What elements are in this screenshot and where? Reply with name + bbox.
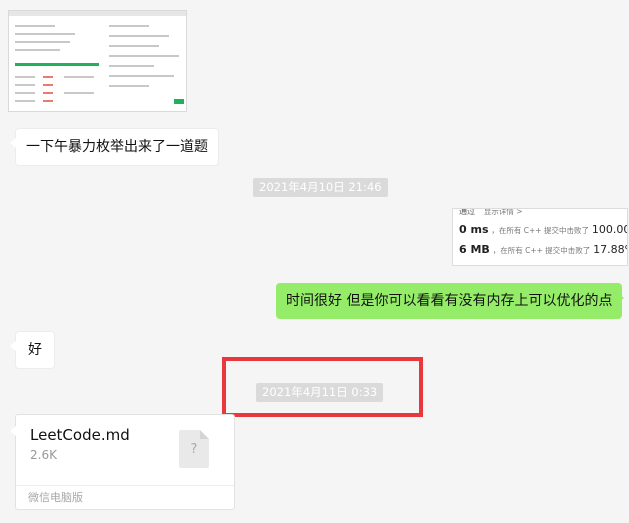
screenshot-thumbnail[interactable] — [8, 10, 187, 112]
highlight-box — [222, 357, 423, 417]
thumbnail-line — [15, 84, 35, 86]
bubble-tail — [10, 341, 16, 351]
memory-row: 6 MB ，在所有 C++ 提交中击败了 17.88% 的用 — [459, 243, 627, 256]
thumbnail-line — [15, 100, 35, 102]
message-text: 好 — [28, 342, 42, 358]
file-name: LeetCode.md — [30, 426, 130, 444]
file-source: 微信电脑版 — [28, 491, 83, 504]
thumbnail-line — [43, 100, 53, 102]
thumbnail-line — [109, 55, 179, 57]
result-screenshot[interactable]: 通过 显示详情 > 0 ms ，在所有 C++ 提交中击败了 100.00% 的… — [452, 208, 628, 266]
thumbnail-submit — [174, 99, 184, 104]
thumbnail-line — [109, 75, 174, 77]
thumbnail-line — [109, 45, 159, 47]
thumbnail-line — [109, 35, 169, 37]
file-message[interactable]: LeetCode.md 2.6K ? 微信电脑版 — [15, 414, 235, 510]
bubble-tail — [10, 426, 16, 436]
thumbnail-line — [15, 41, 70, 43]
chat-bubble-self[interactable]: 时间很好 但是你可以看看有没有内存上可以优化的点 — [276, 283, 623, 319]
thumbnail-line — [15, 76, 35, 78]
file-size: 2.6K — [30, 448, 57, 462]
chat-bubble-other[interactable]: 好 — [15, 331, 55, 369]
bubble-tail — [10, 138, 16, 148]
thumbnail-titlebar — [9, 11, 186, 16]
runtime-row: 0 ms ，在所有 C++ 提交中击败了 100.00% 的 — [459, 223, 627, 236]
result-header: 通过 显示详情 > — [459, 208, 523, 216]
thumbnail-line — [43, 92, 53, 94]
thumbnail-line — [43, 76, 53, 78]
thumbnail-line — [15, 25, 55, 27]
message-text: 一下午暴力枚举出来了一道题 — [26, 139, 208, 155]
thumbnail-line — [109, 65, 154, 67]
thumbnail-progress — [15, 63, 99, 66]
thumbnail-line — [15, 92, 35, 94]
message-text: 时间很好 但是你可以看看有没有内存上可以优化的点 — [286, 293, 613, 309]
bubble-tail — [618, 293, 624, 303]
thumbnail-line — [109, 25, 149, 27]
timestamp: 2021年4月10日 21:46 — [253, 178, 388, 197]
thumbnail-line — [109, 85, 149, 87]
thumbnail-line — [43, 84, 53, 86]
divider — [16, 485, 234, 486]
thumbnail-line — [15, 49, 60, 51]
thumbnail-line — [64, 76, 94, 78]
thumbnail-line — [15, 33, 75, 35]
unknown-file-icon: ? — [179, 430, 209, 468]
thumbnail-line — [64, 92, 94, 94]
chat-bubble-other[interactable]: 一下午暴力枚举出来了一道题 — [15, 128, 219, 166]
